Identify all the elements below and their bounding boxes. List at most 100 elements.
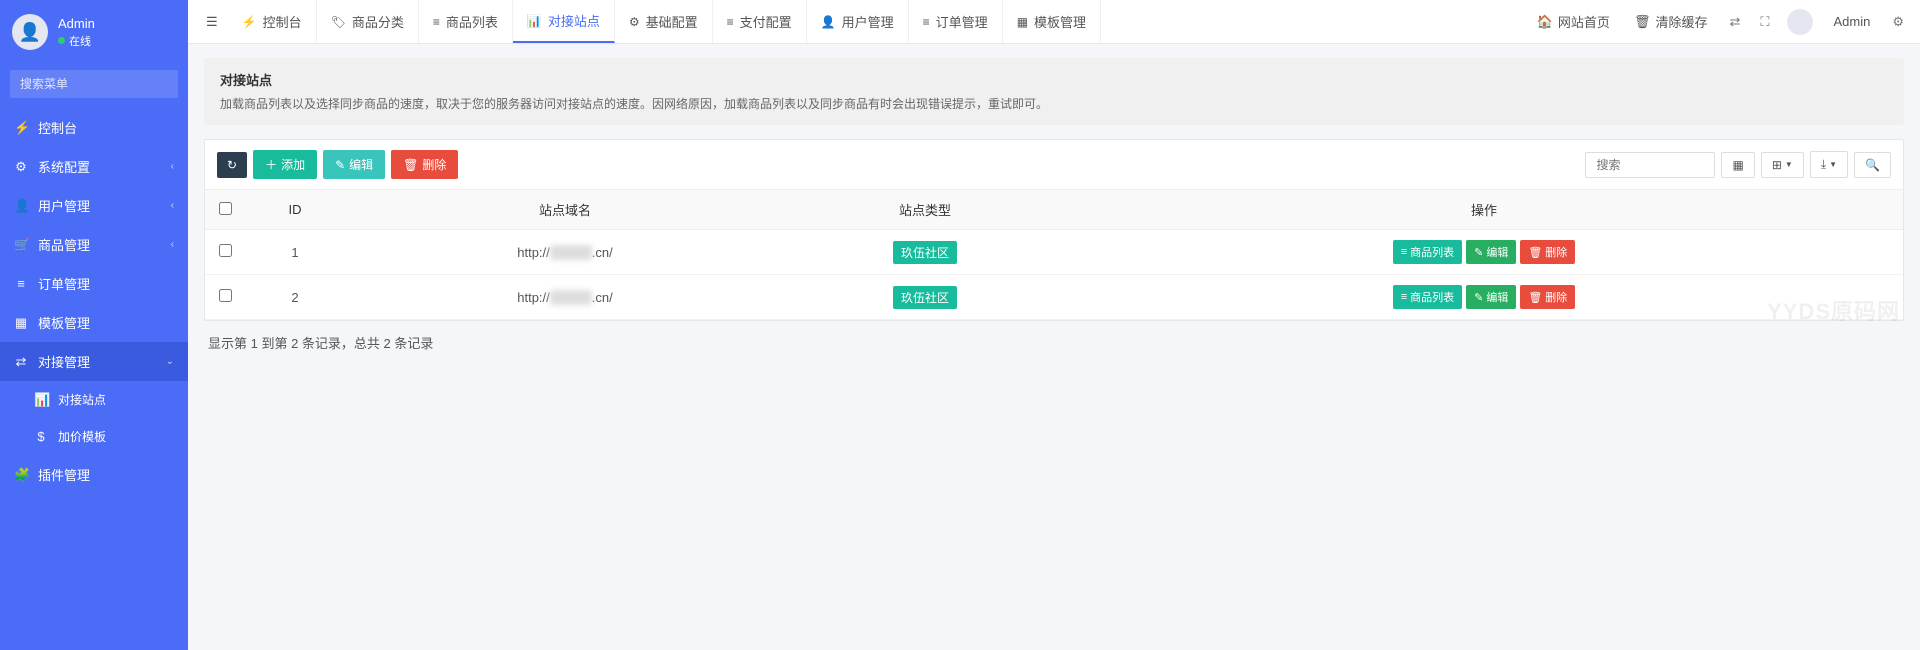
sitemap-icon: 📊 [34,392,48,408]
caret-down-icon: ▼ [1785,160,1793,169]
sidebar-menu: ⚡控制台 ⚙系统配置‹ 👤用户管理‹ 🛒商品管理‹ ≡订单管理 ▦模板管理 ⇄对… [0,108,188,494]
status-dot-icon [58,37,65,44]
sidebar: 👤 Admin 在线 🔍 ⚡控制台 ⚙系统配置‹ 👤用户管理‹ 🛒商品管理‹ ≡… [0,0,188,650]
user-icon: 👤 [821,15,836,29]
pencil-icon: ✎ [335,158,345,172]
top-avatar[interactable] [1787,9,1813,35]
alert-title: 对接站点 [220,70,1888,89]
cell-domain: http://xxxx.cn/ [345,230,785,275]
tab-basic-config[interactable]: ⚙基础配置 [615,0,713,43]
table-search-input[interactable] [1585,152,1715,178]
row-checkbox[interactable] [219,289,232,302]
export-icon: ⤓ [1821,157,1826,172]
content: 对接站点 加载商品列表以及选择同步商品的速度，取决于您的服务器访问对接站点的速度… [188,44,1920,366]
table-row: 2 http://xxxx.cn/ 玖伍社区 ≡ 商品列表 ✎编辑 🗑删除 [205,275,1903,320]
list-icon: ≡ [923,15,930,29]
settings-button[interactable]: ⚙ [1884,8,1912,36]
pencil-icon: ✎ [1474,291,1483,304]
cell-ops: ≡ 商品列表 ✎编辑 🗑删除 [1065,275,1903,320]
sidebar-item-users[interactable]: 👤用户管理‹ [0,186,188,225]
tab-users[interactable]: 👤用户管理 [807,0,909,43]
sidebar-item-system[interactable]: ⚙系统配置‹ [0,147,188,186]
chevron-left-icon: ‹ [171,161,174,172]
tab-dashboard[interactable]: ⚡控制台 [228,0,317,43]
table-header-row: ID 站点域名 站点类型 操作 [205,190,1903,230]
tab-categories[interactable]: 🏷商品分类 [317,0,419,43]
sidebar-item-dashboard[interactable]: ⚡控制台 [0,108,188,147]
fullscreen-button[interactable]: ⛶ [1752,8,1777,36]
tag-icon: 🏷 [331,15,346,29]
sidebar-item-docking[interactable]: ⇄对接管理⌄ [0,342,188,381]
hamburger-icon: ☰ [206,14,218,29]
topbar-right: 🏠网站首页 🗑清除缓存 ⇄ ⛶ Admin ⚙ [1527,6,1912,37]
row-delete-button[interactable]: 🗑删除 [1520,285,1575,309]
sidebar-item-docking-sites[interactable]: 📊对接站点 [0,381,188,418]
dollar-icon: $ [34,429,48,444]
col-domain[interactable]: 站点域名 [345,190,785,230]
delete-button[interactable]: 🗑删除 [391,150,458,179]
sidebar-search: 🔍 [10,70,178,98]
tab-product-list[interactable]: ≡商品列表 [419,0,513,43]
edit-button[interactable]: ✎编辑 [323,150,385,179]
home-link[interactable]: 🏠网站首页 [1527,6,1620,37]
list-icon: ≡ [1401,291,1407,303]
row-delete-button[interactable]: 🗑删除 [1520,240,1575,264]
list-icon: ≡ [433,15,440,29]
sidebar-item-markup-templates[interactable]: $加价模板 [0,418,188,455]
sitemap-icon: 📊 [527,14,542,28]
card-icon: ▦ [1732,158,1743,172]
row-edit-button[interactable]: ✎编辑 [1466,240,1516,264]
trash-icon: 🗑 [403,158,418,172]
list-icon: ≡ [14,276,28,291]
sidebar-item-plugins[interactable]: 🧩插件管理 [0,455,188,494]
grid-icon: ▦ [1017,15,1028,29]
data-table: ID 站点域名 站点类型 操作 1 http://xxxx.cn/ 玖伍社区 ≡… [205,190,1903,320]
add-button[interactable]: ＋添加 [253,150,317,179]
alert-desc: 加载商品列表以及选择同步商品的速度，取决于您的服务器访问对接站点的速度。因网络原… [220,95,1888,113]
sidebar-item-templates[interactable]: ▦模板管理 [0,303,188,342]
export-button[interactable]: ⤓▼ [1810,151,1848,178]
columns-button[interactable]: ⊞▼ [1761,152,1804,178]
alert-box: 对接站点 加载商品列表以及选择同步商品的速度，取决于您的服务器访问对接站点的速度… [204,58,1904,125]
sidebar-item-orders[interactable]: ≡订单管理 [0,264,188,303]
cell-id: 2 [245,275,345,320]
top-user-name[interactable]: Admin [1823,8,1880,35]
col-id[interactable]: ID [245,190,345,230]
home-icon: 🏠 [1537,14,1553,30]
cell-ops: ≡ 商品列表 ✎编辑 🗑删除 [1065,230,1903,275]
cell-type: 玖伍社区 [785,230,1065,275]
pencil-icon: ✎ [1474,246,1483,259]
search-toggle-button[interactable]: 🔍 [1854,152,1891,178]
chevron-down-icon: ⌄ [166,356,174,367]
col-type[interactable]: 站点类型 [785,190,1065,230]
tab-orders[interactable]: ≡订单管理 [909,0,1003,43]
toggle-view-button[interactable]: ▦ [1721,152,1754,178]
row-edit-button[interactable]: ✎编辑 [1466,285,1516,309]
dashboard-icon: ⚡ [242,15,257,29]
clear-cache-link[interactable]: 🗑清除缓存 [1624,6,1718,37]
row-checkbox[interactable] [219,244,232,257]
shuffle-button[interactable]: ⇄ [1721,8,1748,36]
user-name: Admin [58,16,95,31]
refresh-button[interactable]: ↻ [217,152,247,178]
grid-icon: ▦ [14,315,28,331]
sidebar-user[interactable]: 👤 Admin 在线 [0,0,188,64]
row-product-list-button[interactable]: ≡ 商品列表 [1393,240,1462,264]
tab-docking-sites[interactable]: 📊对接站点 [513,0,615,43]
hamburger-button[interactable]: ☰ [196,6,228,38]
data-panel: ↻ ＋添加 ✎编辑 🗑删除 ▦ ⊞▼ ⤓▼ 🔍 [204,139,1904,321]
tab-payment-config[interactable]: ≡支付配置 [713,0,807,43]
tab-templates[interactable]: ▦模板管理 [1003,0,1101,43]
select-all-checkbox[interactable] [219,202,232,215]
exchange-icon: ⇄ [14,354,28,370]
toolbar: ↻ ＋添加 ✎编辑 🗑删除 ▦ ⊞▼ ⤓▼ 🔍 [205,140,1903,190]
row-product-list-button[interactable]: ≡ 商品列表 [1393,285,1462,309]
search-icon: 🔍 [1865,158,1880,172]
refresh-icon: ↻ [227,158,237,172]
gear-icon: ⚙ [629,15,640,29]
cell-domain: http://xxxx.cn/ [345,275,785,320]
cell-type: 玖伍社区 [785,275,1065,320]
list-icon: ≡ [727,15,734,29]
sidebar-item-products[interactable]: 🛒商品管理‹ [0,225,188,264]
sidebar-search-input[interactable] [10,70,178,98]
